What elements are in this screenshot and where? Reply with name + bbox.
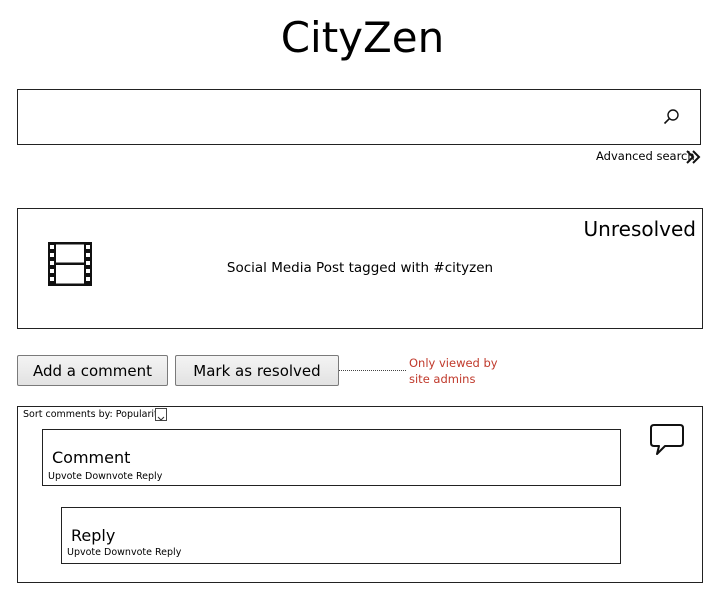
reply-link[interactable]: Reply (136, 471, 162, 482)
reply-item: Reply Upvote Downvote Reply (61, 507, 621, 564)
add-comment-button[interactable]: Add a comment (17, 355, 168, 386)
downvote-link[interactable]: Downvote (85, 471, 133, 482)
downvote-link[interactable]: Downvote (104, 547, 152, 558)
search-icon[interactable] (661, 107, 681, 127)
upvote-link[interactable]: Upvote (48, 471, 82, 482)
comment-item: Comment Upvote Downvote Reply (42, 429, 621, 486)
search-bar[interactable] (17, 89, 701, 145)
film-icon (45, 240, 95, 288)
chevron-down-icon (157, 416, 165, 421)
search-input[interactable] (28, 100, 652, 136)
mark-resolved-button[interactable]: Mark as resolved (175, 355, 339, 386)
comment-title: Comment (52, 448, 131, 467)
reply-actions: Upvote Downvote Reply (67, 547, 181, 559)
advanced-search-link[interactable]: Advanced search (596, 149, 695, 163)
sort-dropdown[interactable] (155, 408, 167, 421)
upvote-link[interactable]: Upvote (67, 547, 101, 558)
sort-label: Sort comments by: Popularity (23, 409, 164, 420)
admin-note: Only viewed by site admins (409, 356, 498, 386)
post-text: Social Media Post tagged with #cityzen (226, 260, 494, 276)
reply-link[interactable]: Reply (155, 547, 181, 558)
double-chevron-right-icon[interactable] (684, 149, 704, 165)
app-title: CityZen (280, 13, 445, 62)
comment-actions: Upvote Downvote Reply (48, 471, 162, 483)
speech-bubble-icon[interactable] (649, 423, 685, 457)
admin-note-connector (339, 370, 406, 371)
reply-title: Reply (71, 526, 116, 545)
status-badge: Unresolved (583, 217, 696, 241)
